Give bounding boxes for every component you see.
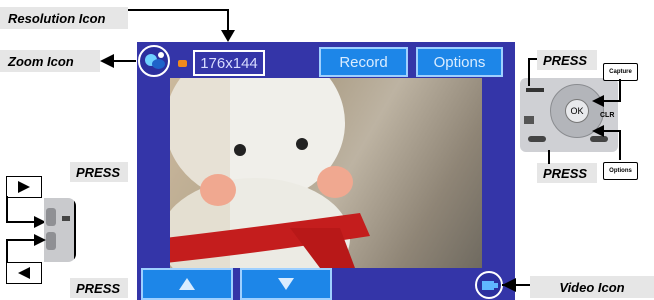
camera-preview-image	[170, 78, 482, 268]
video-icon-label: Video Icon	[530, 276, 654, 298]
play-leader-h	[6, 221, 36, 223]
down-button[interactable]	[240, 268, 332, 300]
press-bottom-bracket	[548, 150, 550, 164]
resolution-icon-label-text: Resolution Icon	[8, 10, 106, 26]
zoom-icon[interactable]	[138, 45, 170, 77]
options-label: Options	[433, 53, 486, 71]
capture-key-text: Capture	[609, 69, 632, 75]
press-top-right-label: PRESS	[537, 50, 597, 70]
resolution-value[interactable]: 176x144	[193, 50, 265, 76]
video-icon[interactable]	[475, 271, 503, 299]
back-leader-h	[6, 239, 36, 241]
snowman-photo	[170, 78, 370, 268]
record-label: Record	[339, 53, 388, 71]
side-keys-image	[44, 198, 76, 262]
zoom-arrow-icon	[100, 54, 114, 68]
up-triangle-icon	[179, 278, 195, 290]
capture-arrow-icon	[592, 95, 604, 107]
capture-leader-v	[619, 79, 621, 101]
zoom-icon-label: Zoom Icon	[0, 50, 100, 72]
ok-key: OK	[565, 99, 589, 123]
right-triangle-icon	[18, 181, 30, 193]
press-left-bottom-text: PRESS	[76, 280, 121, 296]
left-triangle-icon	[18, 267, 30, 279]
press-bracket-top	[528, 58, 530, 86]
press-bottom-right-text: PRESS	[543, 165, 588, 181]
back-arrow-icon	[34, 234, 46, 246]
play-leader-v	[6, 196, 8, 222]
ok-key-text: OK	[570, 106, 584, 116]
press-left-top-label: PRESS	[70, 162, 128, 182]
status-indicator	[178, 60, 187, 67]
options-button[interactable]: Options	[416, 47, 503, 77]
press-bottom-right-label: PRESS	[537, 163, 597, 183]
keypad-image: OK CLR	[520, 78, 618, 152]
up-button[interactable]	[141, 268, 233, 300]
options-key[interactable]: Options	[603, 162, 638, 180]
down-triangle-icon	[278, 278, 294, 290]
press-left-top-text: PRESS	[76, 164, 121, 180]
play-key[interactable]	[6, 176, 42, 198]
video-arrow-icon	[502, 278, 516, 292]
options-leader-v	[619, 130, 621, 160]
clr-key-text: CLR	[600, 112, 615, 119]
press-top-right-text: PRESS	[543, 52, 588, 68]
resolution-icon-label: Resolution Icon	[0, 7, 128, 29]
zoom-icon-label-text: Zoom Icon	[8, 53, 74, 69]
press-left-bottom-label: PRESS	[70, 278, 128, 298]
clr-key: CLR	[600, 112, 614, 119]
resolution-arrow-icon	[221, 30, 235, 42]
options-key-text: Options	[609, 168, 632, 174]
options-arrow-icon	[592, 125, 604, 137]
record-button[interactable]: Record	[319, 47, 408, 77]
resolution-text: 176x144	[200, 54, 258, 72]
back-key[interactable]	[6, 262, 42, 284]
resolution-leader-h	[128, 9, 228, 11]
video-icon-label-text: Video Icon	[559, 279, 625, 295]
